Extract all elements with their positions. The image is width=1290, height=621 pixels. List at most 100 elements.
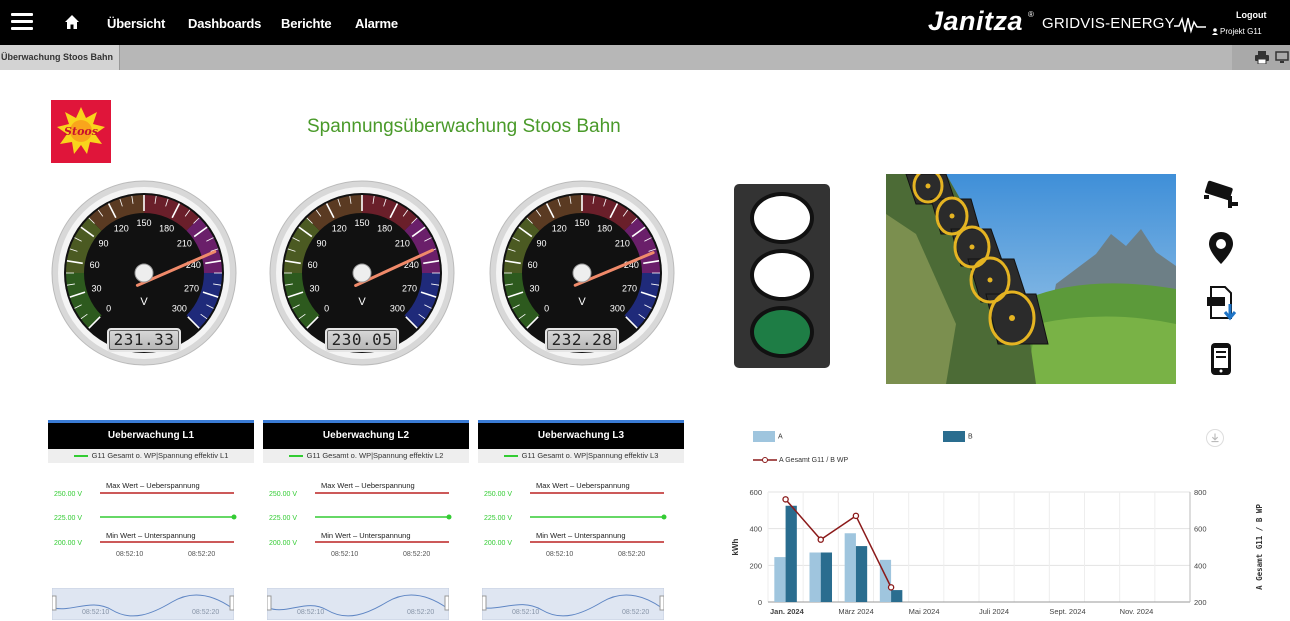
traffic-lamp-red [750,192,814,244]
gauge-needle-hub [572,263,592,283]
tablet-icon[interactable] [1202,340,1240,378]
gauge-tick-label: 300 [172,303,187,313]
y-tick-label: 200.00 V [484,540,512,547]
logout-link[interactable]: Logout [1236,10,1267,20]
y-tick-label: 225.00 V [54,515,82,522]
panel-legend[interactable]: G11 Gesamt o. WP|Spannung effektiv L1 [48,449,254,463]
download-icon[interactable] [1206,429,1224,447]
x-tick-label: 08:52:20 [188,551,215,558]
gauge-tick-label: 60 [308,260,318,270]
max-threshold-label: Max Wert – Ueberspannung [106,481,200,490]
y-tick-label: 200.00 V [269,540,297,547]
voltage-gauge-l1: 0 30 60 90 120 150 180 210 240 270 300 V 231.33 [48,175,240,375]
home-icon[interactable] [64,14,80,30]
x-tick-label: März 2024 [838,607,873,616]
gauge-tick-label: 30 [309,283,319,293]
nav-alarme[interactable]: Alarme [355,16,398,31]
panel-plot: 250.00 V 225.00 V 200.00 V Max Wert – Ueber… [269,481,452,558]
gauge-tick-label: 90 [537,239,547,249]
gauge-needle-hub [134,263,154,283]
bar-b [785,505,797,602]
bar-a [879,559,892,602]
line-point [852,512,860,520]
map-pin-icon[interactable] [1202,230,1240,268]
gauge-tick-label: 180 [159,223,174,233]
gauge-tick-label: 180 [597,223,612,233]
panel-title: Ueberwachung L1 [48,420,254,449]
time-navigator[interactable]: 08:52:10 08:52:20 [52,588,234,620]
navigator-handle-left [52,595,57,611]
gauge-tick-label: 120 [332,223,347,233]
line-point [887,584,895,591]
nav-dashboards[interactable]: Dashboards [188,16,261,31]
brand-name: Janitza [928,6,1024,36]
line-point [782,496,789,503]
traffic-lamp-yellow [750,249,814,301]
gauge-tick-label: 120 [114,223,129,233]
camera-icon[interactable] [1202,176,1240,214]
gauge-lcd-value: 231.33 [107,328,181,352]
gauge-lcd-value: 232.28 [545,328,619,352]
navigator-tick-label: 08:52:20 [192,609,219,616]
legend-series-b[interactable]: B [943,431,973,442]
legend-swatch [943,431,965,442]
line-point [817,536,825,543]
y-tick-label: 225.00 V [269,515,297,522]
panel-legend-label: G11 Gesamt o. WP|Spannung effektiv L1 [91,451,229,460]
legend-swatch [288,455,303,458]
gauge-tick-label: 90 [317,239,327,249]
user-icon [1212,28,1218,35]
y-right-tick-label: 200 [1194,598,1207,607]
navigator-tick-label: 08:52:20 [407,609,434,616]
panel-legend-label: G11 Gesamt o. WP|Spannung effektiv L2 [306,451,444,460]
column-chart: 0 200 400 600 200 400 600 800 kWh A Gesamt G11 / … [731,488,1264,616]
time-navigator[interactable]: 08:52:10 08:52:20 [267,588,449,620]
panel-legend[interactable]: G11 Gesamt o. WP|Spannung effektiv L3 [478,449,684,463]
gauge-tick-label: 0 [106,303,111,313]
panel-legend-label: G11 Gesamt o. WP|Spannung effektiv L3 [521,451,659,460]
gauge-tick-label: 150 [354,218,369,228]
voltage-gauge-l3: 0 30 60 90 120 150 180 210 240 270 300 V 232.28 [486,175,678,375]
x-tick-label: 08:52:20 [618,551,645,558]
y-right-tick-label: 600 [1194,525,1207,534]
project-user[interactable]: Projekt G11 [1212,27,1262,36]
gauge-tick-label: 0 [544,303,549,313]
max-threshold-label: Max Wert – Ueberspannung [536,481,630,490]
hamburger-menu-icon[interactable] [11,13,33,31]
logo-text: Stoos [64,125,98,138]
y-tick-label: 0 [758,598,762,607]
gauge-tick-label: 210 [177,239,192,249]
print-icon[interactable] [1255,51,1269,64]
x-tick-label: Mai 2024 [909,607,940,616]
gauge-tick-label: 90 [99,239,109,249]
max-threshold-label: Max Wert – Ueberspannung [321,481,415,490]
gauge-tick-label: 300 [610,303,625,313]
y-right-tick-label: 800 [1194,488,1207,497]
gauge-tick-label: 270 [402,283,417,293]
gauge-tick-label: 180 [377,223,392,233]
fullscreen-icon[interactable] [1275,51,1289,64]
min-threshold-label: Min Wert – Unterspannung [106,531,196,540]
x-tick-label: 08:52:10 [331,551,358,558]
gauge-lcd-value: 230.05 [325,328,399,352]
gauge-tick-label: 60 [90,260,100,270]
legend-swatch [73,455,88,458]
time-navigator[interactable]: 08:52:10 08:52:20 [482,588,664,620]
voltage-latest-point [231,514,237,520]
y-tick-label: 200 [749,561,762,570]
legend-series-line[interactable]: A Gesamt G11 / B WP [753,456,848,464]
breadcrumb-bar: Überwachung Stoos Bahn [0,45,1290,70]
nav-uebersicht[interactable]: Übersicht [107,16,165,31]
panel-legend[interactable]: G11 Gesamt o. WP|Spannung effektiv L2 [263,449,469,463]
nav-berichte[interactable]: Berichte [281,16,332,31]
gauge-tick-label: 60 [528,260,538,270]
legend-series-a[interactable]: A [753,431,783,442]
bar-a [844,533,856,602]
dashboard-tab[interactable]: Überwachung Stoos Bahn [0,45,121,70]
navigator-handle-right [229,595,234,611]
navigator-tick-label: 08:52:10 [512,609,539,616]
pdf-download-icon[interactable] [1202,284,1240,322]
x-tick-label: 08:52:10 [546,551,573,558]
y-tick-label: 400 [749,525,762,534]
y-tick-label: 200.00 V [54,540,82,547]
